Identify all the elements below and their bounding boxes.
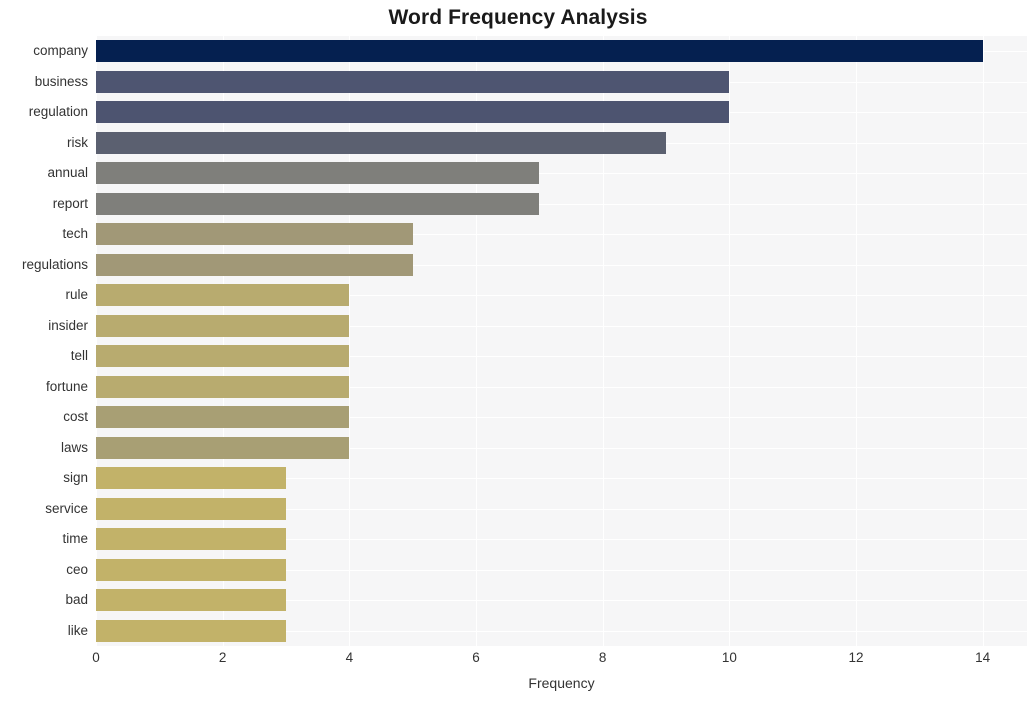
x-tick-label: 6: [472, 650, 480, 665]
bar: [96, 70, 730, 93]
bar: [96, 192, 540, 215]
plot-area: [96, 36, 1027, 646]
bar: [96, 436, 350, 459]
y-tick-label: regulations: [21, 256, 88, 272]
bar: [96, 589, 286, 612]
bar: [96, 253, 413, 276]
x-tick-label: 2: [218, 650, 227, 665]
y-tick-label: rule: [65, 287, 88, 303]
chart-title: Word Frequency Analysis: [388, 6, 648, 29]
x-gridline: [856, 36, 857, 646]
bar: [96, 223, 413, 246]
bar: [96, 375, 350, 398]
x-gridline: [729, 36, 731, 646]
bar: [96, 131, 666, 154]
bar: [96, 619, 286, 642]
x-gridline: [982, 36, 984, 646]
x-gridline: [96, 36, 97, 646]
bar: [96, 406, 350, 429]
y-tick-label: cost: [63, 409, 88, 425]
x-gridline: [222, 36, 224, 646]
y-tick-label: sign: [63, 470, 88, 486]
bar: [96, 497, 286, 520]
bar: [96, 101, 730, 124]
word-frequency-chart: Word Frequency Analysis company business r…: [0, 0, 1036, 701]
x-gridline: [349, 36, 351, 646]
bar: [96, 162, 540, 185]
y-tick-label: ceo: [66, 561, 88, 577]
y-tick-label: like: [67, 622, 88, 638]
y-tick-label: regulation: [28, 104, 88, 120]
y-tick-label: business: [34, 73, 88, 89]
bar: [96, 314, 350, 337]
x-tick-label: 0: [92, 650, 100, 665]
y-tick-label: company: [33, 43, 88, 59]
y-tick-label: fortune: [45, 378, 88, 394]
bar: [96, 40, 983, 63]
bar: [96, 345, 350, 368]
y-tick-label: tech: [62, 226, 88, 242]
x-tick-label: 4: [345, 650, 354, 665]
x-tick-label: 10: [721, 650, 737, 665]
x-tick-label: 12: [848, 650, 864, 665]
y-tick-label: time: [62, 531, 88, 547]
bar: [96, 528, 286, 551]
x-tick-label: 14: [975, 650, 991, 665]
y-tick-label: insider: [48, 317, 88, 333]
y-tick-label: annual: [47, 165, 88, 181]
x-tick-label: 8: [598, 650, 607, 665]
x-axis-title: Frequency: [528, 675, 595, 691]
bar: [96, 467, 286, 490]
x-gridline: [602, 36, 604, 646]
x-axis-tick-labels: 0 2 4 6 8 10 12 14: [0, 650, 1036, 674]
y-tick-label: laws: [60, 439, 88, 455]
y-tick-label: bad: [65, 592, 88, 608]
y-tick-label: report: [52, 195, 88, 211]
y-axis-tick-labels: company business regulation risk annual repor…: [0, 36, 88, 646]
bar: [96, 284, 350, 307]
y-tick-label: service: [45, 500, 88, 516]
bar: [96, 558, 286, 581]
y-tick-label: risk: [67, 134, 88, 150]
x-gridline: [476, 36, 477, 646]
y-tick-label: tell: [70, 348, 88, 364]
